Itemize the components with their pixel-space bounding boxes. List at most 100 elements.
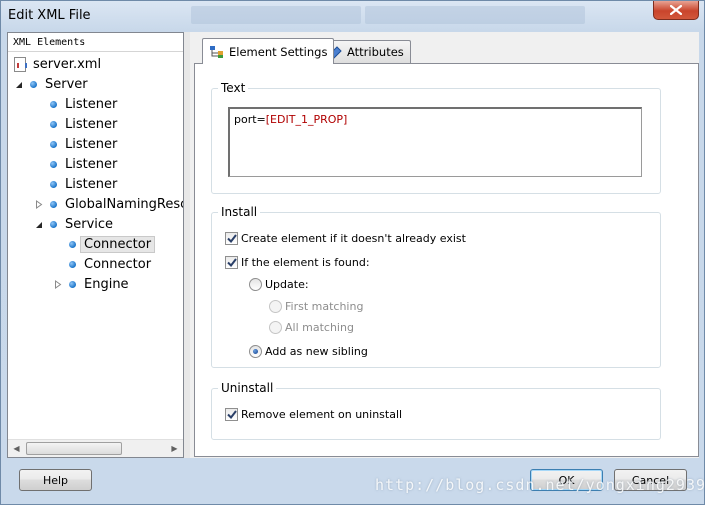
uninstall-group: Uninstall Remove element on uninstall [211, 381, 661, 440]
xml-element-icon [50, 221, 57, 228]
scroll-left-button[interactable]: ◀ [8, 440, 25, 457]
tree-item[interactable]: Server [14, 75, 88, 94]
window-title: Edit XML File [8, 8, 91, 23]
tree-item-label: Connector [80, 236, 156, 253]
if-found-checkbox[interactable] [225, 256, 238, 269]
panel-splitter[interactable] [184, 32, 190, 458]
update-label: Update: [265, 278, 309, 291]
remove-element-option[interactable]: Remove element on uninstall [225, 408, 402, 421]
dialog-client-area: XML Elements server.xml Server Listener Lis… [7, 32, 699, 458]
element-settings-page: Text port=[EDIT_1_PROP] Install Create e… [194, 63, 699, 457]
create-element-label: Create element if it doesn't already exi… [241, 232, 466, 245]
tree-item[interactable]: Engine [53, 275, 129, 294]
settings-tabs: Element Settings Attributes Text port=[E… [194, 38, 699, 458]
expanded-triangle-icon[interactable] [34, 220, 44, 230]
horizontal-scrollbar[interactable]: ◀ ▶ [8, 439, 183, 457]
tree-item-label: Listener [65, 117, 118, 132]
collapsed-triangle-icon[interactable] [53, 280, 63, 290]
tree-item[interactable]: Connector [53, 235, 156, 254]
tree-item[interactable]: GlobalNamingResc [34, 195, 183, 214]
tree-item[interactable]: Listener [34, 175, 117, 194]
add-sibling-label: Add as new sibling [265, 345, 368, 358]
tree-item-label: Listener [65, 97, 118, 112]
tree-item[interactable]: Listener [34, 115, 117, 134]
uninstall-group-title: Uninstall [218, 381, 277, 395]
xml-element-icon [69, 261, 76, 268]
remove-element-label: Remove element on uninstall [241, 408, 403, 421]
update-radio[interactable] [249, 278, 262, 291]
expanded-triangle-icon[interactable] [14, 80, 24, 90]
text-value-input[interactable]: port=[EDIT_1_PROP] [228, 107, 642, 177]
checkmark-icon [226, 234, 237, 243]
tree-item-label: Listener [65, 137, 118, 152]
checkmark-icon [226, 410, 237, 419]
close-button[interactable] [653, 1, 699, 20]
add-sibling-option[interactable]: Add as new sibling [249, 345, 368, 358]
collapsed-triangle-icon[interactable] [34, 200, 44, 210]
update-option[interactable]: Update: [249, 278, 309, 291]
element-settings-icon [209, 45, 225, 59]
tree-item-label: Listener [65, 157, 118, 172]
create-element-checkbox[interactable] [225, 232, 238, 245]
text-group-title: Text [218, 81, 249, 95]
tree-item[interactable]: Connector [53, 255, 151, 274]
tree-item[interactable]: Service [34, 215, 113, 234]
tree-item-label: Server [45, 77, 88, 92]
close-icon [670, 5, 682, 15]
xml-element-icon [50, 141, 57, 148]
tree-item-label: Listener [65, 177, 118, 192]
xml-elements-tree[interactable]: XML Elements server.xml Server Listener Lis… [7, 32, 184, 458]
text-value-property: [EDIT_1_PROP] [265, 113, 348, 126]
checkmark-icon [226, 258, 237, 267]
xml-element-icon [30, 81, 37, 88]
tree-body: server.xml Server Listener Listener Listener… [8, 52, 183, 437]
text-value-prefix: port= [234, 113, 266, 126]
scrollbar-thumb[interactable] [26, 442, 122, 455]
tree-item-label: server.xml [33, 57, 102, 72]
watermark-text: http://blog.csdn.net/yongxing2939 [375, 476, 705, 494]
add-sibling-radio[interactable] [249, 345, 262, 358]
xml-element-icon [50, 121, 57, 128]
xml-element-icon [69, 241, 76, 248]
remove-element-checkbox[interactable] [225, 408, 238, 421]
first-matching-radio[interactable] [269, 300, 282, 313]
if-found-label: If the element is found: [241, 256, 370, 269]
tree-item-label: GlobalNamingResc [65, 197, 183, 212]
all-matching-radio[interactable] [269, 321, 282, 334]
xml-element-icon [50, 101, 57, 108]
if-found-option[interactable]: If the element is found: [225, 256, 370, 269]
tree-item[interactable]: Listener [34, 135, 117, 154]
first-matching-label: First matching [285, 300, 364, 313]
tree-item[interactable]: Listener [34, 155, 117, 174]
edit-xml-file-dialog: Edit XML File XML Elements server.xml Ser… [0, 0, 705, 505]
first-matching-option[interactable]: First matching [269, 300, 363, 313]
tab-attributes-label: Attributes [347, 45, 404, 59]
tree-item-file[interactable]: server.xml [14, 55, 101, 74]
tab-element-settings[interactable]: Element Settings [202, 38, 335, 64]
install-group: Install Create element if it doesn't alr… [211, 205, 661, 368]
tree-item-label: Service [65, 217, 114, 232]
scroll-right-button[interactable]: ▶ [166, 440, 183, 457]
all-matching-label: All matching [285, 321, 354, 334]
create-element-option[interactable]: Create element if it doesn't already exi… [225, 232, 466, 245]
help-button[interactable]: Help [19, 469, 92, 491]
background-window-ghost [191, 6, 361, 24]
tab-element-settings-label: Element Settings [229, 44, 328, 59]
xml-element-icon [69, 281, 76, 288]
xml-element-icon [50, 161, 57, 168]
tree-item[interactable]: Listener [34, 95, 117, 114]
tree-item-label: Engine [84, 277, 129, 292]
tree-item-label: Connector [84, 257, 152, 272]
title-bar[interactable]: Edit XML File [1, 1, 704, 32]
xml-element-icon [50, 201, 57, 208]
install-group-title: Install [218, 205, 261, 219]
text-group: Text port=[EDIT_1_PROP] [211, 81, 661, 194]
all-matching-option[interactable]: All matching [269, 321, 354, 334]
